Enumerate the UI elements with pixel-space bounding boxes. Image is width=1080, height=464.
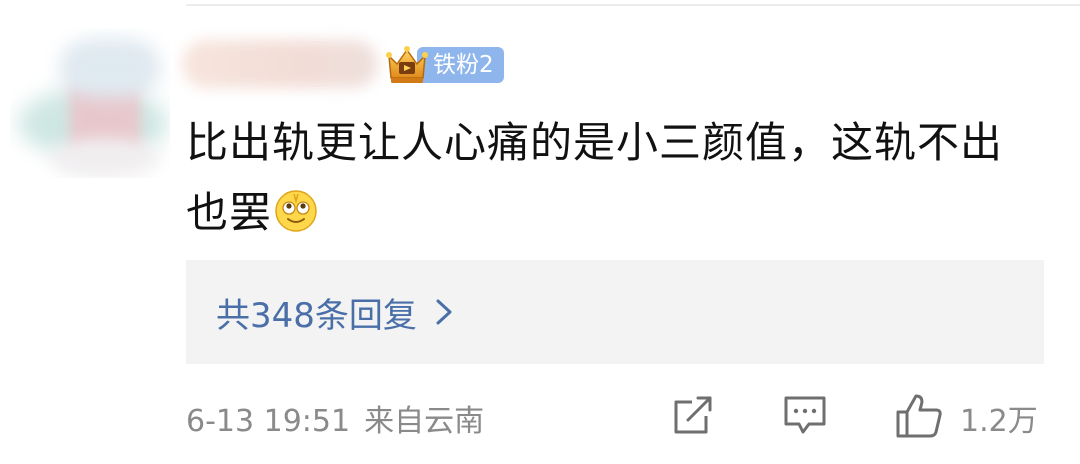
comment-icon[interactable] <box>782 392 828 438</box>
replies-count-label: 共348条回复 <box>216 295 417 336</box>
comment-line-1: 比出轨更让人心痛的是小三颜值，这轨不出 <box>186 118 1004 167</box>
crown-icon <box>386 46 428 83</box>
comment-footer: 6-13 19:51 来自云南 1.2万 <box>186 388 1066 444</box>
smiling-face-emoji-icon <box>275 190 317 232</box>
timestamp: 6-13 19:51 <box>186 404 351 439</box>
divider <box>186 4 1080 6</box>
comment-line-2: 也罢 <box>186 178 1056 248</box>
avatar[interactable] <box>10 28 170 178</box>
comment-text: 比出轨更让人心痛的是小三颜值，这轨不出 也罢 <box>186 108 1056 248</box>
thumbs-up-icon[interactable] <box>894 392 944 440</box>
chevron-right-icon <box>436 299 452 325</box>
comment-card: 铁粉 2 比出轨更让人心痛的是小三颜值，这轨不出 也罢 共348条回复 6-13 … <box>0 0 1080 464</box>
location: 来自云南 <box>364 404 485 439</box>
fan-badge-label: 铁粉 2 <box>417 47 504 83</box>
view-replies-link[interactable]: 共348条回复 <box>216 260 453 364</box>
like-count: 1.2万 <box>960 404 1038 439</box>
fan-badge[interactable]: 铁粉 2 <box>385 44 504 86</box>
username-blurred[interactable] <box>182 40 378 88</box>
replies-box[interactable]: 共348条回复 <box>186 260 1044 364</box>
comment-meta: 6-13 19:51 来自云南 <box>186 396 484 440</box>
share-edit-icon[interactable] <box>670 392 716 438</box>
